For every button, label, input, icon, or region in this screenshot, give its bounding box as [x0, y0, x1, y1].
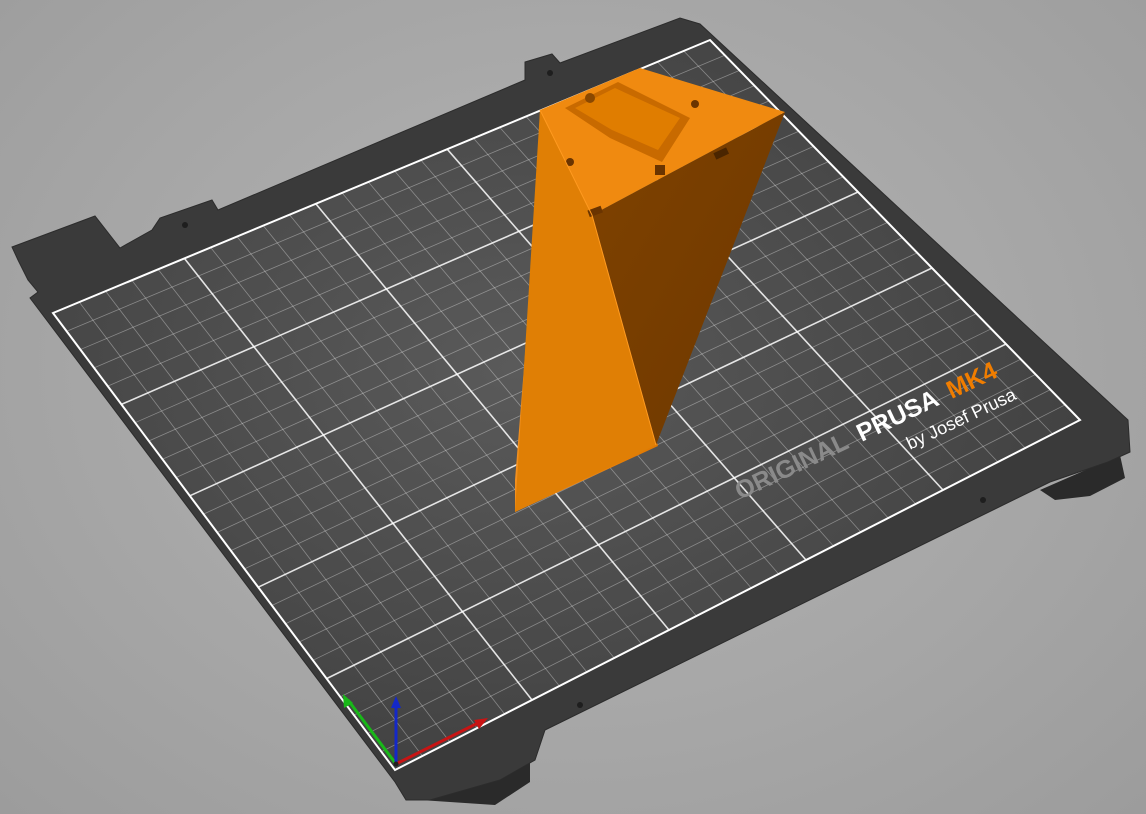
bed-hole — [547, 70, 553, 76]
bed-hole — [577, 702, 583, 708]
bed-hole — [980, 497, 986, 503]
bed-hole — [182, 222, 188, 228]
model-slot — [655, 165, 665, 175]
scene-canvas[interactable]: ORIGINAL PRUSA MK4 by Josef Prusa — [0, 0, 1146, 814]
model-hole — [691, 100, 699, 108]
axes-origin — [393, 761, 399, 767]
model-hole — [585, 93, 595, 103]
3d-viewport[interactable]: ORIGINAL PRUSA MK4 by Josef Prusa — [0, 0, 1146, 814]
